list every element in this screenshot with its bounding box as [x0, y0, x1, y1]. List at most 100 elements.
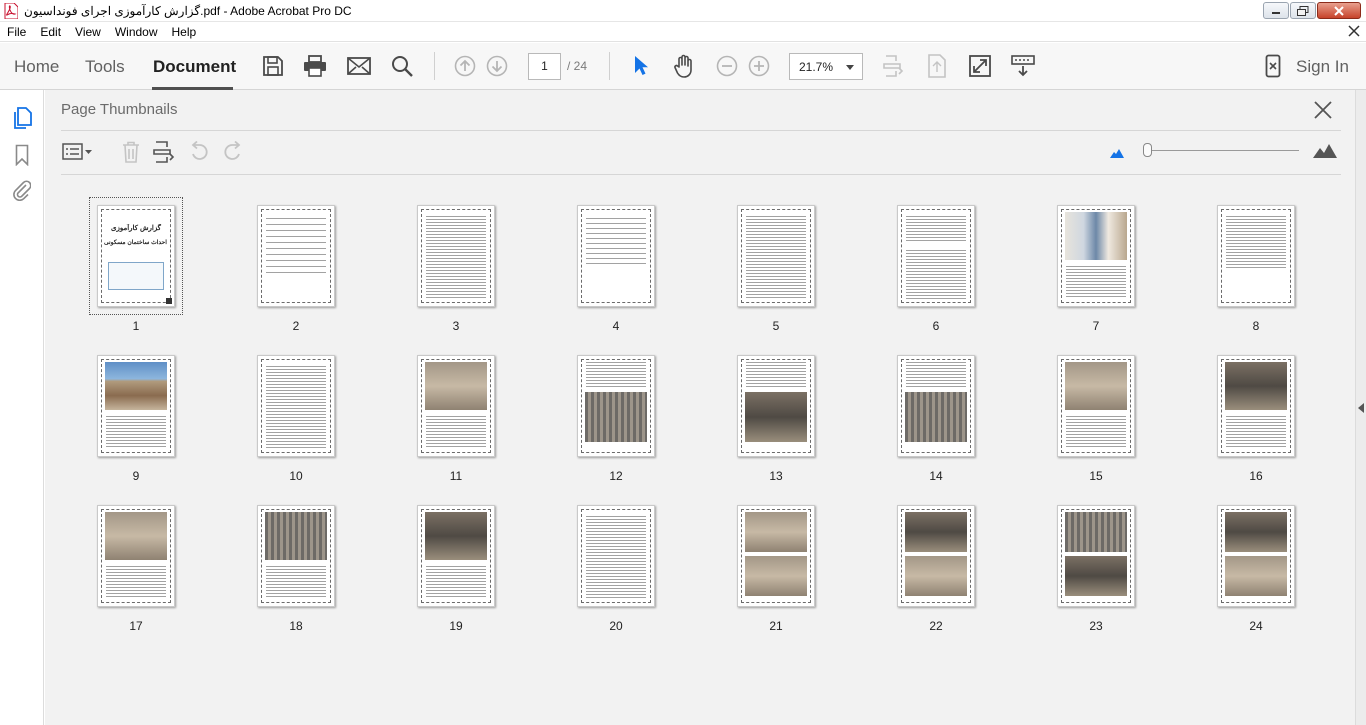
page-preview[interactable] [577, 205, 655, 307]
print-button[interactable] [302, 53, 328, 79]
text-line [426, 222, 486, 223]
page-preview[interactable] [1217, 355, 1295, 457]
page-preview[interactable] [97, 505, 175, 607]
close-window-button[interactable] [1317, 2, 1361, 19]
page-preview[interactable] [97, 355, 175, 457]
page-preview[interactable] [1057, 505, 1135, 607]
text-line [426, 252, 486, 253]
tab-home[interactable]: Home [14, 57, 59, 77]
text-line [266, 405, 326, 406]
page-preview[interactable] [1217, 205, 1295, 307]
text-line [1226, 425, 1286, 426]
scroll-down-icon [1011, 55, 1035, 77]
text-line [266, 438, 326, 439]
text-line [266, 393, 326, 394]
menu-view[interactable]: View [68, 22, 108, 42]
rotate-right-button[interactable] [221, 140, 245, 164]
page-preview[interactable] [897, 205, 975, 307]
minimize-button[interactable] [1263, 2, 1289, 19]
email-button[interactable] [346, 53, 372, 79]
close-document-icon[interactable] [1348, 25, 1360, 37]
zoom-value: 21.7% [799, 60, 834, 74]
fit-page-button[interactable] [924, 53, 950, 79]
insert-page-icon [153, 141, 175, 163]
slider-handle[interactable] [1143, 143, 1152, 157]
text-line [586, 582, 646, 583]
text-line [746, 240, 806, 241]
menu-help[interactable]: Help [165, 22, 204, 42]
page-preview[interactable] [737, 205, 815, 307]
text-line [426, 422, 486, 423]
text-line [746, 371, 806, 372]
text-line [586, 253, 646, 254]
previous-page-button[interactable] [452, 53, 478, 79]
text-line [1066, 440, 1126, 441]
page-preview[interactable] [257, 355, 335, 457]
fit-page-icon [928, 54, 946, 78]
close-panel-icon[interactable] [1313, 100, 1333, 120]
search-button[interactable] [389, 53, 415, 79]
page-preview[interactable] [897, 505, 975, 607]
text-line [586, 558, 646, 559]
zoom-out-button[interactable] [714, 53, 740, 79]
page-layout-button[interactable] [880, 53, 906, 79]
bookmarks-button[interactable] [11, 144, 33, 166]
text-line [906, 265, 966, 266]
right-pane-collapse[interactable] [1355, 90, 1366, 725]
page-preview[interactable] [417, 505, 495, 607]
select-tool-button[interactable] [628, 53, 654, 79]
main-toolbar: Home Tools Document 1 / 24 21.7% Sign In [0, 43, 1366, 90]
menu-window[interactable]: Window [108, 22, 165, 42]
expand-right-pane-icon[interactable] [1358, 403, 1364, 413]
page-preview[interactable] [257, 205, 335, 307]
zoom-in-button[interactable] [746, 53, 772, 79]
page-preview[interactable] [897, 355, 975, 457]
page-number-input[interactable]: 1 [528, 53, 561, 80]
page-preview[interactable] [417, 205, 495, 307]
text-line [906, 380, 966, 381]
page-preview[interactable] [1057, 205, 1135, 307]
restore-button[interactable] [1290, 2, 1316, 19]
next-page-button[interactable] [484, 53, 510, 79]
text-line [746, 380, 806, 381]
rotate-left-button[interactable] [187, 140, 211, 164]
menu-bar: File Edit View Window Help [0, 22, 1366, 42]
text-line [906, 240, 966, 241]
page-preview[interactable] [417, 355, 495, 457]
page-photo [1225, 512, 1287, 552]
tab-tools[interactable]: Tools [85, 57, 125, 77]
menu-edit[interactable]: Edit [33, 22, 68, 42]
page-number-label: 23 [1089, 619, 1103, 633]
text-line [746, 368, 806, 369]
delete-pages-button[interactable] [119, 140, 143, 164]
page-preview[interactable] [1217, 505, 1295, 607]
page-preview[interactable]: گزارش کارآموزی پروژه احداث ساختمان مسکونی [97, 205, 175, 307]
read-mode-button[interactable] [1010, 53, 1036, 79]
zoom-level-select[interactable]: 21.7% [789, 53, 863, 80]
page-preview[interactable] [1057, 355, 1135, 457]
large-thumbnails-icon[interactable] [1312, 143, 1338, 159]
page-preview[interactable] [737, 355, 815, 457]
attachments-button[interactable] [11, 179, 33, 201]
mobile-device-icon [1265, 54, 1281, 78]
page-preview[interactable] [257, 505, 335, 607]
full-screen-button[interactable] [967, 53, 993, 79]
page-thumbnails-button[interactable] [11, 107, 33, 129]
thumbnail-size-slider[interactable] [1145, 150, 1299, 151]
page-preview[interactable] [577, 505, 655, 607]
save-button[interactable] [260, 53, 286, 79]
menu-file[interactable]: File [0, 22, 33, 42]
text-line [426, 297, 486, 298]
page-preview[interactable] [577, 355, 655, 457]
small-thumbnails-icon[interactable] [1109, 147, 1125, 159]
text-line [426, 234, 486, 235]
mobile-link-button[interactable] [1260, 53, 1286, 79]
hand-tool-button[interactable] [671, 53, 697, 79]
sign-in-button[interactable]: Sign In [1296, 57, 1349, 77]
thumbnail-options-button[interactable] [62, 140, 94, 164]
tab-document[interactable]: Document [153, 57, 236, 77]
text-line [106, 587, 166, 588]
insert-pages-button[interactable] [152, 140, 176, 164]
text-line [746, 374, 806, 375]
page-preview[interactable] [737, 505, 815, 607]
